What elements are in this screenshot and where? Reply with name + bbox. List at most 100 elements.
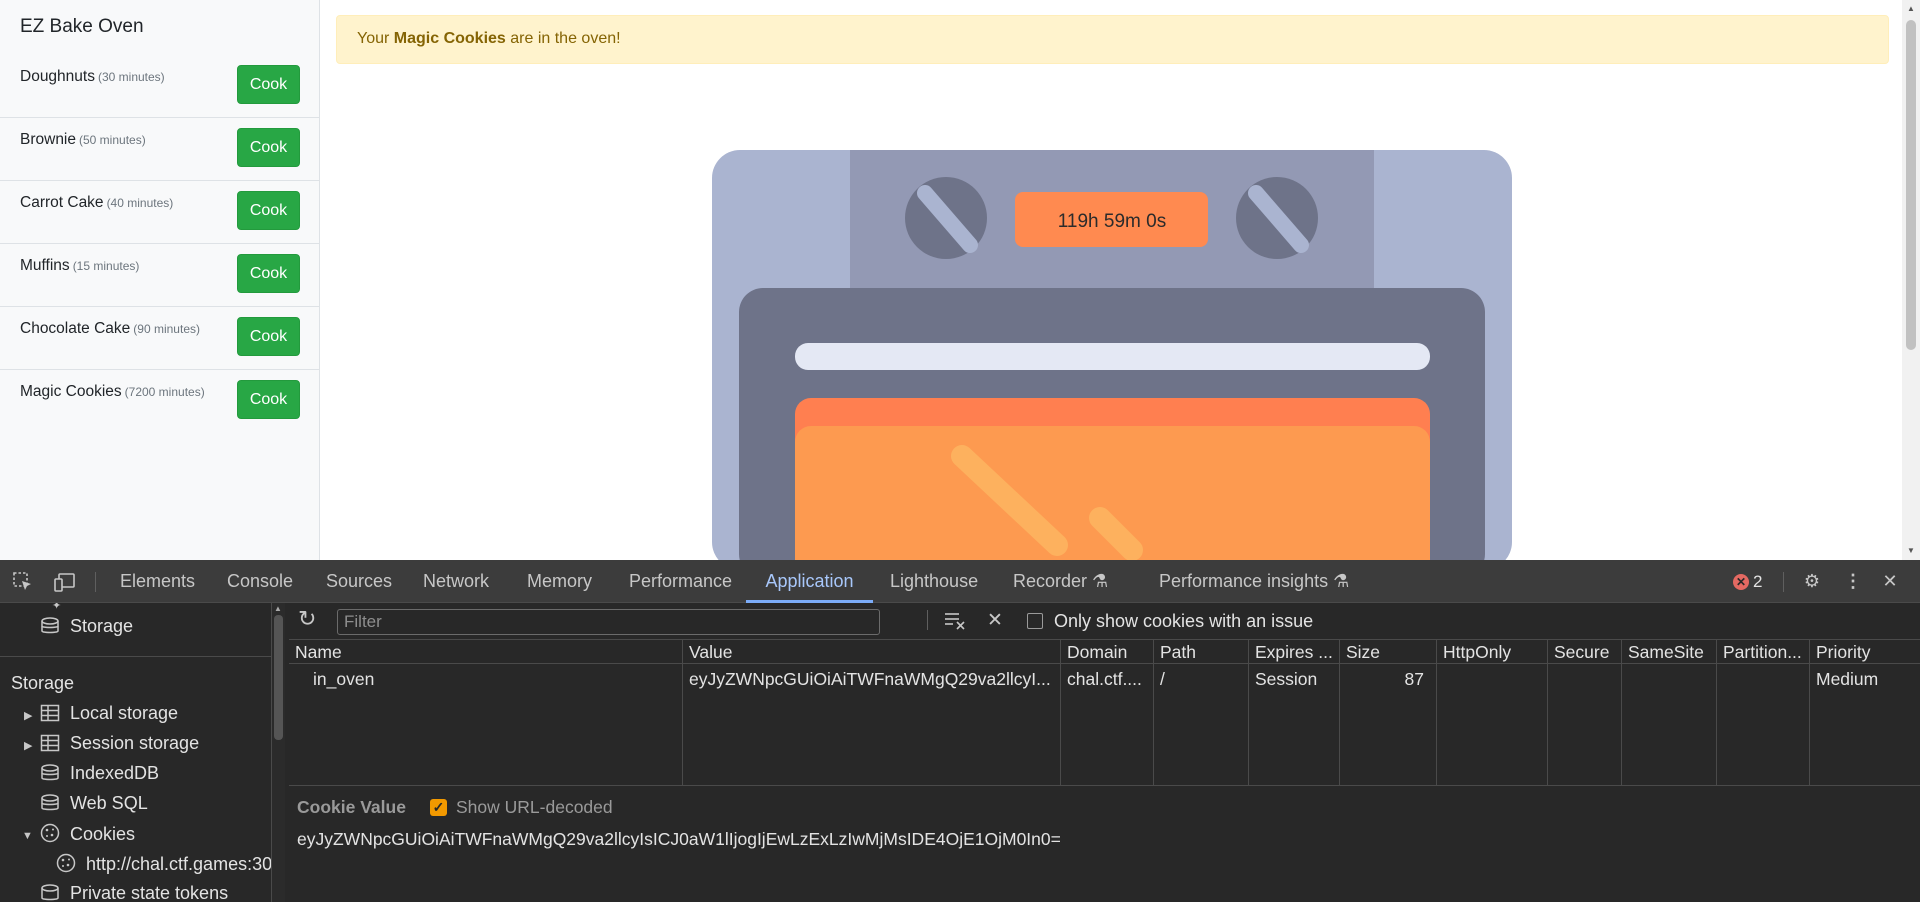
cookie-filter-input[interactable] [337,609,880,635]
page-scrollbar[interactable]: ▲ ▼ [1902,0,1920,560]
settings-gear-icon[interactable]: ⚙ [1800,571,1824,593]
scrollbar-thumb[interactable] [274,615,283,740]
column-header-domain[interactable]: Domain [1061,640,1153,664]
cookie-path-cell[interactable]: / [1154,667,1248,691]
tab-performance-insights[interactable]: Performance insights ⚗ [1157,560,1351,603]
database-icon [40,884,60,902]
recipe-item-muffins: Muffins (15 minutes) Cook [0,244,319,307]
column-header-name[interactable]: Name [289,640,682,664]
column-header-partition[interactable]: Partition... [1717,640,1809,664]
tree-item-cookies[interactable]: Cookies [40,823,135,845]
cook-muffins-button[interactable]: Cook [237,254,300,293]
cook-brownie-button[interactable]: Cook [237,128,300,167]
cookie-table: Name Value Domain Path Expires ... Size … [289,640,1920,786]
scroll-down-icon[interactable]: ▼ [1907,546,1915,555]
only-issues-checkbox[interactable] [1027,613,1043,629]
tab-network[interactable]: Network [421,560,491,603]
cookie-toolbar: ↻ ✕ Only show cookies with an issue [289,603,1920,640]
cook-carrot-cake-button[interactable]: Cook [237,191,300,230]
right-knob-icon [1236,177,1318,259]
tree-item-cookie-origin[interactable]: http://chal.ctf.games:30 [56,853,271,875]
cookie-value-cell[interactable]: eyJyZWNpcGUiOiAiTWFnaWMgQ29va2llcyI... [683,667,1060,691]
devtools-toolbar: Elements Console Sources Network Memory … [0,560,1920,603]
column-header-httponly[interactable]: HttpOnly [1437,640,1547,664]
close-devtools-icon[interactable]: ✕ [1878,571,1902,593]
cookie-value-text[interactable]: eyJyZWNpcGUiOiAiTWFnaWMgQ29va2llcyIsICJ0… [297,829,1061,850]
cookie-partition-cell[interactable] [1717,667,1809,691]
tab-memory[interactable]: Memory [525,560,594,603]
cookie-icon [56,853,76,873]
only-issues-label: Only show cookies with an issue [1054,611,1314,631]
cookie-domain-cell[interactable]: chal.ctf.... [1061,667,1153,691]
more-options-icon[interactable]: ⋮ [1841,571,1865,593]
expand-arrow-icon[interactable]: ▶ [24,709,32,722]
app-title: EZ Bake Oven [20,16,144,37]
timer-text: 119h 59m 0s [1058,211,1166,232]
toolbar-divider [927,610,928,630]
cookie-value-panel: Cookie Value ✓ Show URL-decoded eyJyZWNp… [289,787,1920,902]
oven-illustration: 119h 59m 0s [712,150,1512,560]
clear-filtered-cookies-icon[interactable] [943,609,967,637]
partial-item-icon: ✦ [52,603,62,612]
column-header-samesite[interactable]: SameSite [1622,640,1716,664]
tree-divider [0,656,271,657]
cookie-pane: ↻ ✕ Only show cookies with an issue Name… [289,603,1920,902]
recipe-name: Brownie (50 minutes) [20,131,146,148]
cookie-value-title: Cookie Value [297,797,406,817]
column-header-size[interactable]: Size [1340,640,1436,664]
column-header-path[interactable]: Path [1154,640,1248,664]
column-header-priority[interactable]: Priority [1810,640,1920,664]
cookie-secure-cell[interactable] [1548,667,1621,691]
database-icon [40,794,60,812]
left-knob-icon [905,177,987,259]
collapse-arrow-icon[interactable]: ▼ [22,830,33,842]
cookie-samesite-cell[interactable] [1622,667,1716,691]
tab-performance[interactable]: Performance [627,560,734,603]
application-sidebar-tree: ✦ Storage Storage ▶ Local storage ▶ Sess… [0,603,272,902]
recipe-item-chocolate-cake: Chocolate Cake (90 minutes) Cook [0,307,319,370]
tab-elements[interactable]: Elements [118,560,197,603]
scroll-up-icon[interactable]: ▲ [1907,4,1915,13]
cook-magic-cookies-button[interactable]: Cook [237,380,300,419]
experiment-flask-icon: ⚗ [1333,571,1350,591]
column-header-expires[interactable]: Expires ... [1249,640,1339,664]
show-url-decoded-checkbox[interactable]: ✓ [430,799,447,816]
recipe-item-carrot-cake: Carrot Cake (40 minutes) Cook [0,181,319,244]
tab-sources[interactable]: Sources [324,560,394,603]
cookie-name-cell[interactable]: in_oven [307,667,677,691]
tree-scrollbar[interactable]: ▲ [272,603,285,902]
tree-item-storage-overview[interactable]: Storage [40,616,133,637]
tree-item-web-sql[interactable]: Web SQL [40,793,148,814]
tree-item-local-storage[interactable]: Local storage [40,703,178,724]
oven-handle [795,343,1430,370]
cookie-size-cell[interactable]: 87 [1340,667,1430,691]
database-icon [40,764,60,782]
tab-recorder[interactable]: Recorder ⚗ [1011,560,1110,603]
delete-cookie-icon[interactable]: ✕ [987,609,1003,632]
cookie-expires-cell[interactable]: Session [1249,667,1339,691]
cookie-httponly-cell[interactable] [1437,667,1547,691]
tree-item-private-state-tokens[interactable]: Private state tokens [40,883,228,902]
cookie-priority-cell[interactable]: Medium [1810,667,1920,691]
column-header-secure[interactable]: Secure [1548,640,1621,664]
recipe-name: Carrot Cake (40 minutes) [20,194,174,211]
device-toolbar-icon[interactable] [53,571,77,593]
tab-lighthouse[interactable]: Lighthouse [888,560,980,603]
cook-doughnuts-button[interactable]: Cook [237,65,300,104]
tab-console[interactable]: Console [225,560,295,603]
recipe-item-doughnuts: Doughnuts (30 minutes) Cook [0,55,319,118]
column-header-value[interactable]: Value [683,640,1060,664]
expand-arrow-icon[interactable]: ▶ [24,739,32,752]
cook-chocolate-cake-button[interactable]: Cook [237,317,300,356]
refresh-icon[interactable]: ↻ [298,606,316,632]
error-icon: ✕ [1733,574,1749,590]
error-count-badge[interactable]: ✕ 2 [1733,572,1762,592]
experiment-flask-icon: ⚗ [1092,571,1109,591]
scroll-up-icon[interactable]: ▲ [274,604,282,613]
tree-item-session-storage[interactable]: Session storage [40,733,199,754]
recipe-item-brownie: Brownie (50 minutes) Cook [0,118,319,181]
scrollbar-thumb[interactable] [1906,20,1916,350]
tab-application[interactable]: Application [746,560,873,603]
tree-item-indexeddb[interactable]: IndexedDB [40,763,159,784]
inspect-element-icon[interactable] [11,571,35,593]
